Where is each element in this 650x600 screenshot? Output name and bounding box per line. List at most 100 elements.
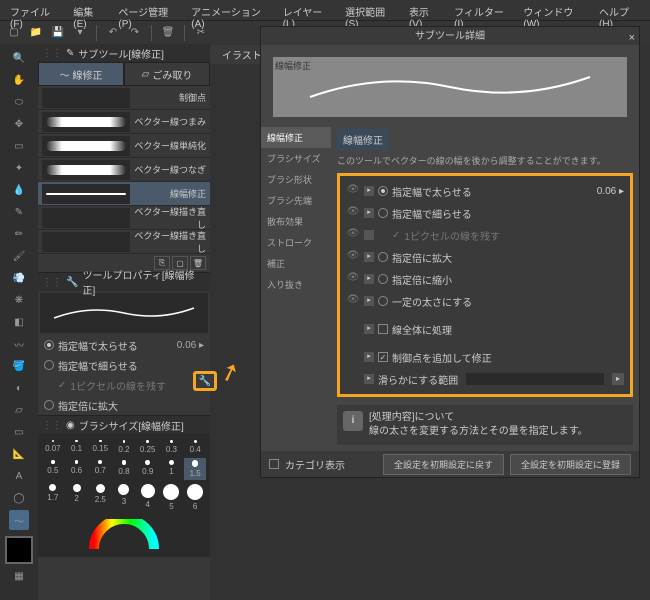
brush-size-cell[interactable]: 3 — [113, 482, 135, 513]
brush-size-cell[interactable]: 0.8 — [113, 458, 135, 480]
brush-size-cell[interactable]: 0.3 — [161, 438, 183, 456]
subtool-item[interactable]: ベクター線つなぎ — [38, 158, 210, 182]
fill-tool-icon[interactable]: 🪣 — [9, 356, 29, 376]
brush-size-cell[interactable]: 0.4 — [184, 438, 206, 456]
prop-row[interactable]: 指定幅で細らせる — [38, 355, 210, 375]
eyedropper-tool-icon[interactable]: 💧 — [9, 180, 29, 200]
menu-view[interactable]: 表示(V) — [403, 2, 446, 18]
pen-tool-icon[interactable]: ✎ — [9, 202, 29, 222]
detail-cat[interactable]: 線幅修正 — [261, 127, 331, 148]
menu-anim[interactable]: アニメーション(A) — [185, 2, 274, 18]
wand-tool-icon[interactable]: ✦ — [9, 158, 29, 178]
detail-cat[interactable]: ブラシサイズ — [261, 148, 331, 169]
transform-tool-icon[interactable]: ✥ — [9, 114, 29, 134]
cut-icon[interactable]: ✂ — [193, 25, 209, 41]
smooth-range-slider[interactable] — [466, 373, 604, 385]
menu-page[interactable]: ページ管理(P) — [112, 2, 183, 18]
brush-size-cell[interactable]: 0.07 — [42, 438, 64, 456]
slider-arrow-icon[interactable]: ▸ — [612, 373, 624, 385]
brush-size-cell[interactable]: 4 — [137, 482, 159, 513]
chevron-down-icon[interactable]: ▾ — [72, 25, 88, 41]
subtool-tab-dust[interactable]: ▱ごみ取り — [124, 62, 210, 86]
blend-tool-icon[interactable]: 〰 — [9, 334, 29, 354]
shape-tool-icon[interactable]: ▱ — [9, 400, 29, 420]
opt-row[interactable]: 👁▸指定幅で太らせる0.06 ▸ — [344, 180, 626, 202]
new-icon[interactable]: ▢ — [6, 25, 22, 41]
brush-size-cell[interactable]: 0.5 — [42, 458, 64, 480]
detail-cat[interactable]: 補正 — [261, 253, 331, 274]
prop-row[interactable]: ✓1ピクセルの線を残す — [38, 375, 210, 395]
reset-all-button[interactable]: 全設定を初期設定に戻す — [383, 454, 504, 475]
opt-row[interactable]: 👁▸一定の太さにする — [344, 290, 626, 312]
subtool-item[interactable]: 制御点 — [38, 86, 210, 110]
balloon-tool-icon[interactable]: ◯ — [9, 488, 29, 508]
opt-row[interactable]: 👁✓1ピクセルの線を残す — [344, 224, 626, 246]
ruler-tool-icon[interactable]: 📐 — [9, 444, 29, 464]
menu-edit[interactable]: 編集(E) — [67, 2, 110, 18]
brush-size-cell[interactable]: 0.1 — [66, 438, 88, 456]
opt-row[interactable]: 👁▸指定倍に縮小 — [344, 268, 626, 290]
correct-line-tool-icon[interactable]: 〜 — [9, 510, 29, 530]
prop-row[interactable]: 指定幅で太らせる0.06 ▸ — [38, 335, 210, 355]
detail-cat[interactable]: 入り抜き — [261, 274, 331, 295]
opt-row[interactable]: 👁▸指定幅で細らせる — [344, 202, 626, 224]
save-icon[interactable]: 💾 — [50, 25, 66, 41]
brush-size-cell[interactable]: 0.2 — [113, 438, 135, 456]
menu-filter[interactable]: フィルター(I) — [448, 2, 515, 18]
detail-cat[interactable]: 散布効果 — [261, 211, 331, 232]
opt-row[interactable]: ▸滑らかにする範囲▸ — [344, 368, 626, 390]
brush-size-cell[interactable]: 0.25 — [137, 438, 159, 456]
eraser-tool-icon[interactable]: ◧ — [9, 312, 29, 332]
close-icon[interactable]: × — [629, 29, 635, 47]
detail-cat[interactable]: ブラシ先端 — [261, 190, 331, 211]
menu-file[interactable]: ファイル(F) — [4, 2, 65, 18]
opt-row[interactable]: 👁▸指定倍に拡大 — [344, 246, 626, 268]
prop-row[interactable]: 指定倍に拡大 — [38, 395, 210, 415]
opt-row[interactable]: ▸線全体に処理 — [344, 318, 626, 340]
brush-tool-icon[interactable]: 🖌 — [9, 246, 29, 266]
brush-size-cell[interactable]: 1.7 — [42, 482, 64, 513]
frame-tool-icon[interactable]: ▭ — [9, 422, 29, 442]
detail-cat[interactable]: ブラシ形状 — [261, 169, 331, 190]
tool-property-wrench-icon[interactable]: 🔧 — [193, 371, 217, 391]
deco-tool-icon[interactable]: ❋ — [9, 290, 29, 310]
pencil-tool-icon[interactable]: ✏ — [9, 224, 29, 244]
move-tool-icon[interactable]: ✋ — [9, 70, 29, 90]
detail-cat[interactable]: ストローク — [261, 232, 331, 253]
menu-window[interactable]: ウィンドウ(W) — [517, 2, 591, 18]
marquee-tool-icon[interactable]: ▭ — [9, 136, 29, 156]
subtool-item[interactable]: ベクター線単純化 — [38, 134, 210, 158]
brush-size-cell[interactable]: 1.5 — [184, 458, 206, 480]
delete-icon[interactable]: 🗑 — [160, 25, 176, 41]
brush-size-cell[interactable]: 0.9 — [137, 458, 159, 480]
palette-icon[interactable]: ▦ — [9, 566, 29, 586]
brush-size-cell[interactable]: 1 — [161, 458, 183, 480]
zoom-tool-icon[interactable]: 🔍 — [9, 48, 29, 68]
brush-size-cell[interactable]: 5 — [161, 482, 183, 513]
menu-help[interactable]: ヘルプ(H) — [593, 2, 646, 18]
subtool-item[interactable]: ベクター線描き直し — [38, 206, 210, 230]
redo-icon[interactable]: ↷ — [127, 25, 143, 41]
subtool-tab-correct[interactable]: 〜線修正 — [38, 62, 124, 86]
subtool-item-selected[interactable]: 線幅修正 — [38, 182, 210, 206]
brush-size-cell[interactable]: 0.15 — [89, 438, 111, 456]
brush-size-cell[interactable]: 6 — [184, 482, 206, 513]
lasso-tool-icon[interactable]: ⬭ — [9, 92, 29, 112]
gradient-tool-icon[interactable]: ◐ — [9, 378, 29, 398]
menu-select[interactable]: 選択範囲(S) — [339, 2, 401, 18]
menu-layer[interactable]: レイヤー(L) — [277, 2, 337, 18]
brush-size-cell[interactable]: 2 — [66, 482, 88, 513]
open-icon[interactable]: 📁 — [28, 25, 44, 41]
brush-size-cell[interactable]: 0.6 — [66, 458, 88, 480]
undo-icon[interactable]: ↶ — [105, 25, 121, 41]
subtool-item[interactable]: ベクター線つまみ — [38, 110, 210, 134]
brush-size-cell[interactable]: 2.5 — [89, 482, 111, 513]
category-show-checkbox[interactable] — [269, 459, 279, 469]
subtool-item[interactable]: ベクター線描き直し — [38, 230, 210, 254]
opt-row[interactable]: ▸制御点を追加して修正 — [344, 346, 626, 368]
airbrush-tool-icon[interactable]: 💨 — [9, 268, 29, 288]
brush-size-cell[interactable]: 0.7 — [89, 458, 111, 480]
color-wheel[interactable] — [38, 517, 210, 557]
color-swatch[interactable] — [5, 536, 33, 564]
save-all-button[interactable]: 全設定を初期設定に登録 — [510, 454, 631, 475]
